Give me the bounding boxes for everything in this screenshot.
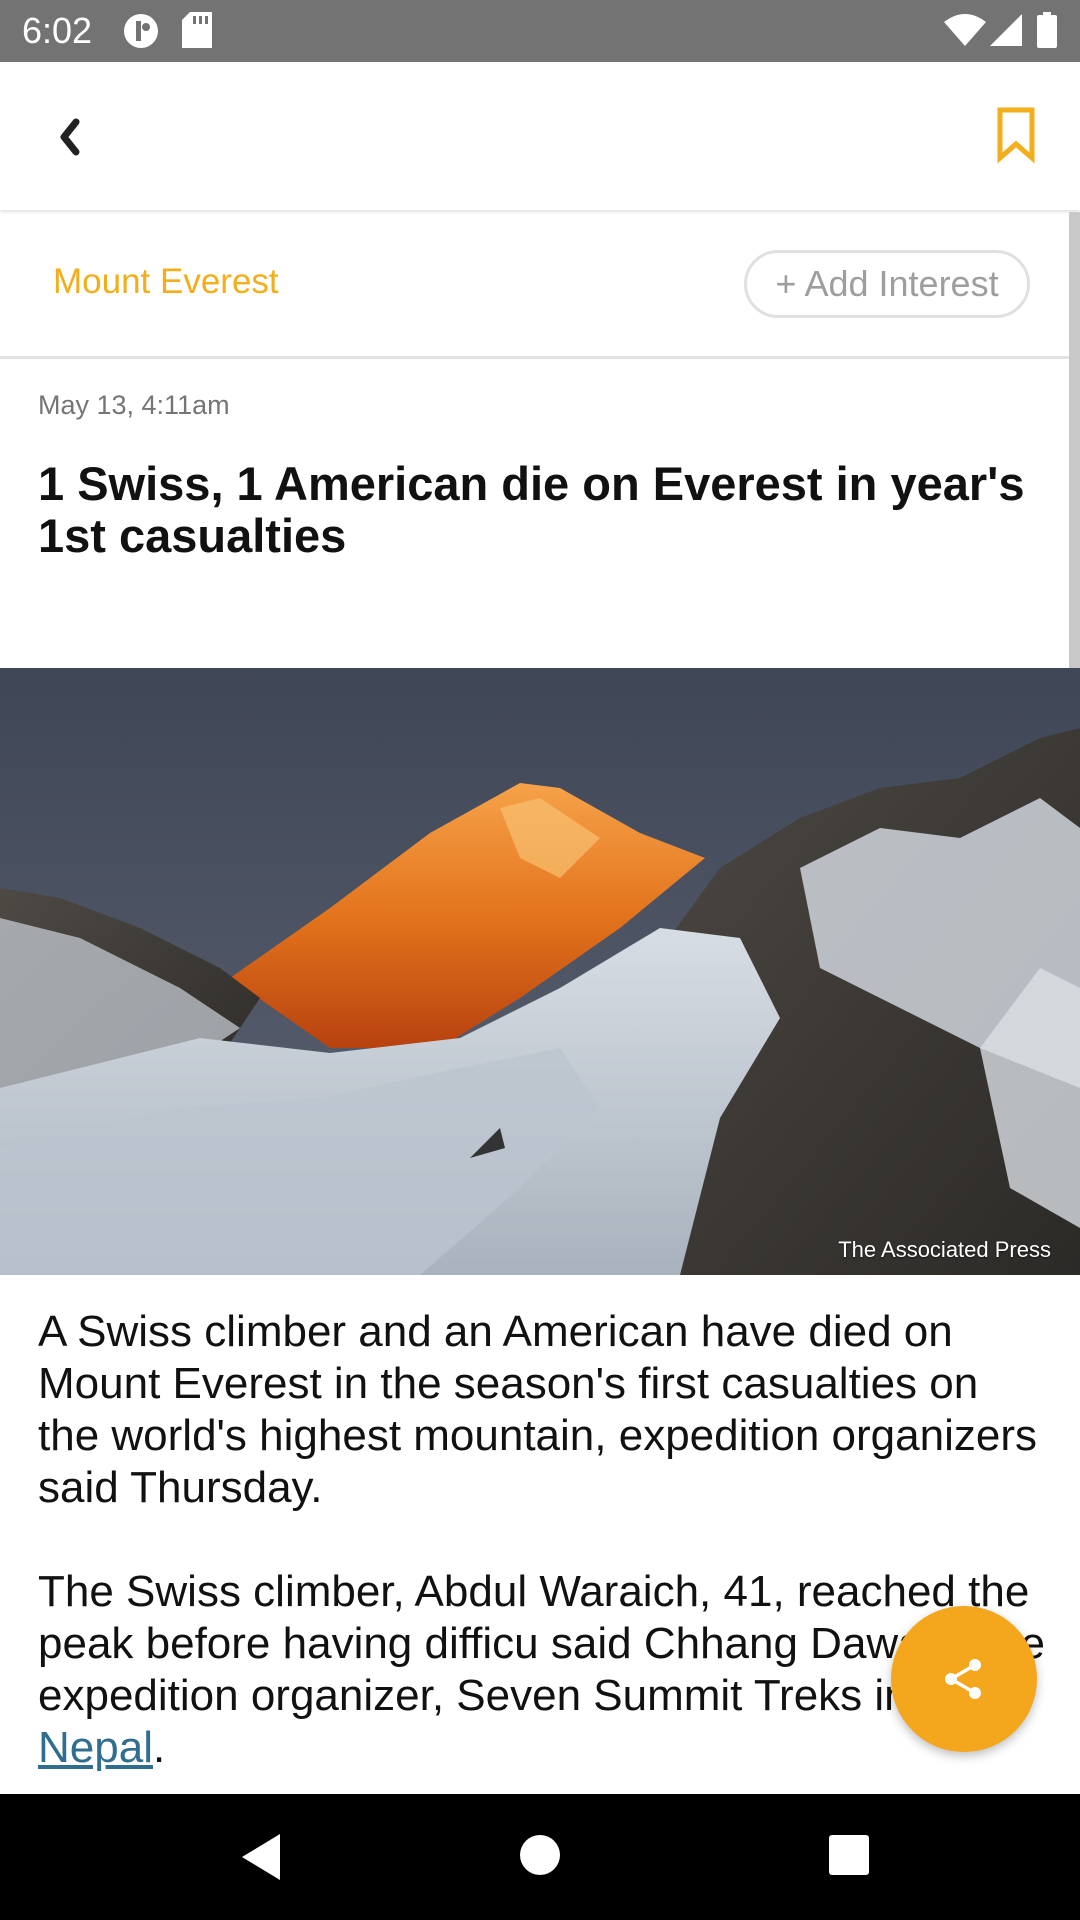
article-image: The Associated Press [0,668,1080,1275]
wifi-icon [944,14,986,51]
status-bar: 6:02 [0,0,1080,62]
status-time: 6:02 [22,10,93,51]
paragraph-1: A Swiss climber and an American have die… [38,1307,1037,1512]
nav-recents-icon[interactable] [829,1835,869,1880]
vpn-icon [122,12,160,55]
image-credit: The Associated Press [838,1237,1051,1262]
sd-card-icon [182,12,212,53]
back-button[interactable] [48,102,98,172]
article-body: A Swiss climber and an American have die… [38,1306,1048,1826]
nav-back-icon[interactable] [240,1832,282,1887]
article-date: May 13, 4:11am [38,390,230,420]
battery-icon [1037,12,1057,53]
share-button[interactable] [891,1606,1037,1752]
bookmark-button[interactable] [996,106,1036,166]
back-icon [60,118,80,156]
nepal-link[interactable]: Nepal [38,1723,153,1772]
app-bar [0,62,1080,210]
bookmark-icon [997,107,1035,164]
nav-home-icon[interactable] [519,1834,561,1881]
navigation-bar [0,1794,1080,1920]
share-icon [945,1659,981,1699]
add-interest-button[interactable]: + Add Interest [744,250,1030,318]
article-title: 1 Swiss, 1 American die on Everest in ye… [38,457,1025,562]
interest-bar: Mount Everest + Add Interest [0,212,1080,359]
signal-icon [990,14,1022,51]
topic-link[interactable]: Mount Everest [53,262,279,302]
paragraph-2-end: . [152,1723,166,1772]
scrollbar[interactable] [1069,212,1080,668]
